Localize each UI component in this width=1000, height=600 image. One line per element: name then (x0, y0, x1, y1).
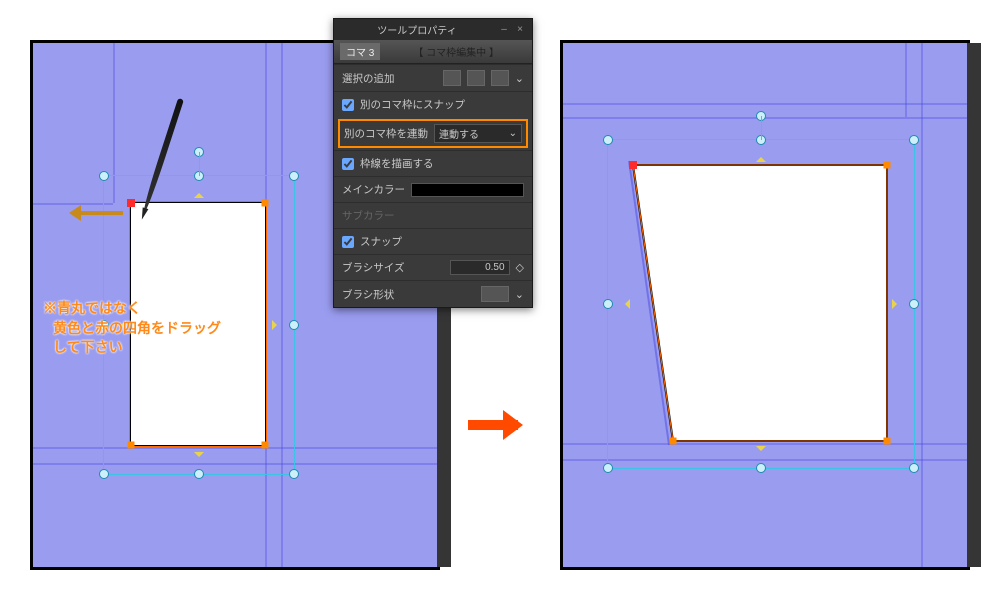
selmode-add-icon[interactable] (467, 70, 485, 86)
row-sub-color: サブカラー (334, 202, 532, 228)
panel-subheader: コマ 3 【 コマ枠編集中 】 (334, 40, 532, 64)
label-main-color: メインカラー (342, 182, 405, 197)
checkbox-draw-border[interactable] (342, 158, 354, 170)
bbox-rotate-stem (199, 152, 200, 176)
dropdown-value: 連動する (439, 126, 479, 141)
bbox-handle[interactable] (909, 463, 919, 473)
bbox-rotate-stem (761, 116, 762, 140)
bbox-handle[interactable] (909, 135, 919, 145)
bbox-handle[interactable] (289, 320, 299, 330)
bbox-handle[interactable] (99, 171, 109, 181)
bbox-handle[interactable] (99, 469, 109, 479)
edge-yellow-handle[interactable] (194, 452, 204, 462)
note-line: して下さい (43, 338, 221, 358)
edge-yellow-handle[interactable] (756, 152, 766, 162)
brush-size-input[interactable]: 0.50 (450, 260, 510, 275)
canvas-after[interactable] (560, 40, 970, 570)
row-snap-other[interactable]: 別のコマ枠にスナップ (334, 91, 532, 117)
bbox-handle[interactable] (909, 299, 919, 309)
close-icon[interactable]: × (514, 24, 526, 36)
edge-yellow-handle[interactable] (194, 188, 204, 198)
note-line: 黄色と赤の四角をドラッグ (43, 319, 221, 339)
checkbox-snap-other-frame[interactable] (342, 99, 354, 111)
row-brush-shape[interactable]: ブラシ形状 ⌄ (334, 280, 532, 307)
dropdown-link-mode[interactable]: 連動する ⌄ (434, 124, 522, 143)
label-add-selection: 選択の追加 (342, 71, 395, 86)
row-add-selection: 選択の追加 ⌄ (334, 64, 532, 91)
chevron-down-icon[interactable]: ⌄ (515, 72, 524, 85)
panel-titlebar[interactable]: ツールプロパティ – × (334, 19, 532, 40)
chevron-down-icon: ⌄ (509, 128, 517, 139)
instruction-note: ※青丸ではなく 黄色と赤の四角をドラッグ して下さい (43, 299, 221, 358)
minimize-icon[interactable]: – (498, 24, 510, 36)
label-brush-shape: ブラシ形状 (342, 287, 394, 302)
bbox-handle[interactable] (756, 463, 766, 473)
panel-title: ツールプロパティ (340, 22, 494, 37)
selection-bbox[interactable] (607, 139, 915, 469)
edge-yellow-handle[interactable] (272, 320, 282, 330)
bbox-handle[interactable] (289, 469, 299, 479)
bbox-handle[interactable] (194, 469, 204, 479)
brush-shape-preview[interactable] (481, 286, 509, 302)
label-snap: スナップ (360, 234, 402, 249)
row-link-other-frame[interactable]: 別のコマ枠を連動 連動する ⌄ (338, 119, 528, 148)
row-brush-size[interactable]: ブラシサイズ 0.50 ◇ (334, 254, 532, 280)
note-line: ※青丸ではなく (43, 299, 221, 319)
edge-yellow-handle[interactable] (892, 299, 902, 309)
row-main-color[interactable]: メインカラー (334, 176, 532, 202)
selmode-new-icon[interactable] (443, 70, 461, 86)
label-link-other: 別のコマ枠を連動 (344, 126, 428, 141)
drag-direction-arrow (73, 211, 123, 215)
tool-property-panel[interactable]: ツールプロパティ – × コマ 3 【 コマ枠編集中 】 選択の追加 ⌄ 別のコ… (333, 18, 533, 308)
chevron-down-icon[interactable]: ⌄ (515, 288, 524, 301)
row-snap[interactable]: スナップ (334, 228, 532, 254)
label-draw-border: 枠線を描画する (360, 156, 434, 171)
edge-yellow-handle[interactable] (620, 299, 630, 309)
panel-mode-label: 【 コマ枠編集中 】 (386, 44, 526, 59)
checkbox-snap[interactable] (342, 236, 354, 248)
bbox-handle[interactable] (289, 171, 299, 181)
selmode-sub-icon[interactable] (491, 70, 509, 86)
main-color-swatch[interactable] (411, 183, 524, 197)
subtool-tab[interactable]: コマ 3 (340, 43, 380, 60)
spinner-icon[interactable]: ◇ (516, 261, 524, 274)
label-snap-other: 別のコマ枠にスナップ (360, 97, 465, 112)
bbox-handle[interactable] (603, 135, 613, 145)
label-sub-color: サブカラー (342, 208, 395, 223)
edge-yellow-handle[interactable] (756, 446, 766, 456)
row-draw-border[interactable]: 枠線を描画する (334, 150, 532, 176)
label-brush-size: ブラシサイズ (342, 260, 404, 275)
transition-arrow-icon (468, 420, 518, 430)
bbox-handle[interactable] (603, 463, 613, 473)
bbox-handle[interactable] (603, 299, 613, 309)
